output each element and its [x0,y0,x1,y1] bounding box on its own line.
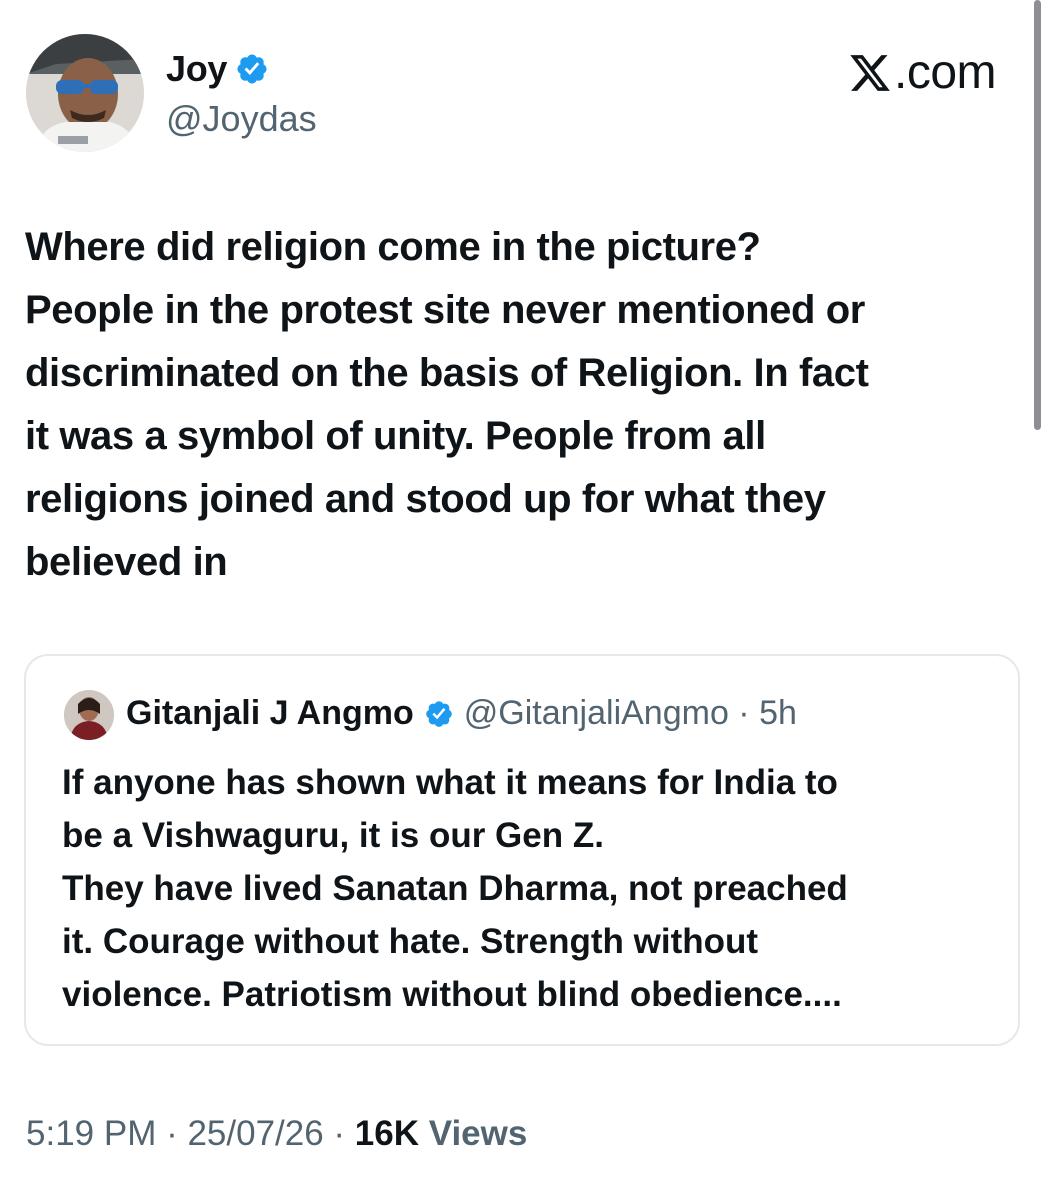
quote-text: If anyone has shown what it means for In… [62,763,848,1014]
site-label: .com [893,46,997,99]
quote-author-avatar[interactable] [64,690,114,740]
quoted-tweet[interactable]: Gitanjali J Angmo @GitanjaliAngmo · 5h I… [24,654,1020,1046]
quote-handle-time[interactable]: @GitanjaliAngmo · 5h [464,694,797,733]
author-handle[interactable]: @Joydas [166,98,317,140]
scrollbar[interactable] [1034,0,1041,430]
verified-badge-icon [237,54,267,84]
tweet-meta: 5:19 PM · 25/07/26 · 16K Views [26,1114,527,1154]
author-name[interactable]: Joy [166,48,227,90]
views-count: 16K [354,1114,420,1153]
views-label: Views [419,1114,528,1153]
author-avatar[interactable] [26,34,144,152]
quote-avatar-photo [64,690,114,740]
x-logo-icon [850,54,890,91]
x-com-logo[interactable]: .com [848,45,997,100]
tweet-text: Where did religion come in the picture? … [25,225,869,584]
quote-author-name[interactable]: Gitanjali J Angmo [126,694,414,733]
avatar-photo [26,34,144,152]
verified-badge-icon [425,700,452,727]
timestamp[interactable]: 5:19 PM · 25/07/26 · [26,1114,355,1153]
